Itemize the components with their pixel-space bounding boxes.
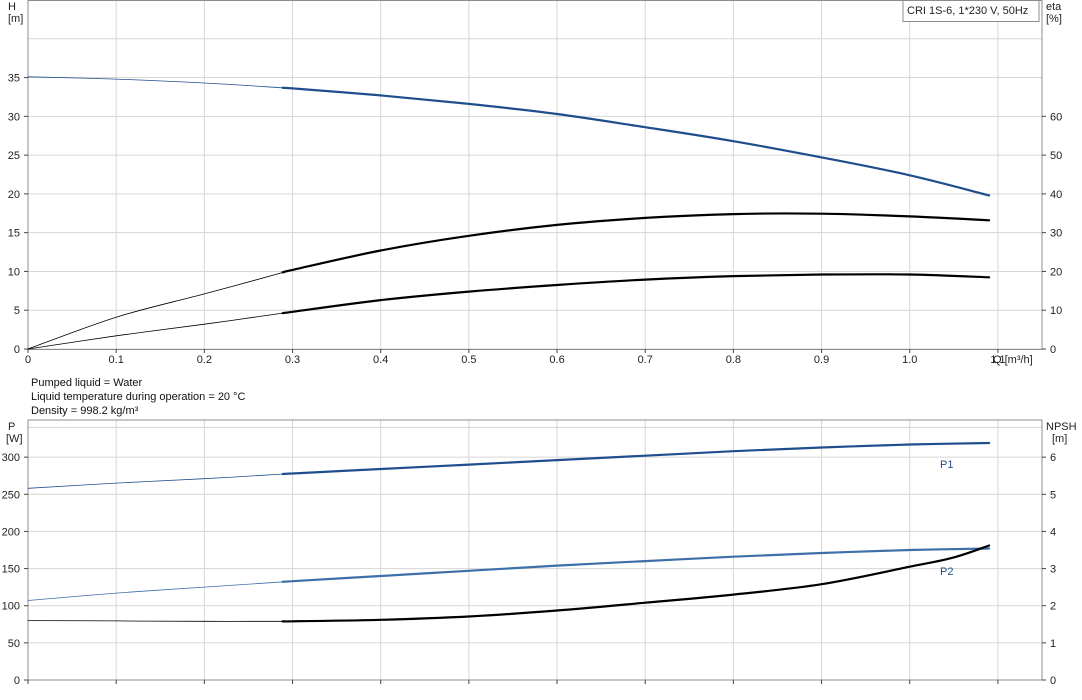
bottom-left-tick-label: 250 — [2, 489, 20, 501]
bottom-left-axis-label-line1: P — [8, 421, 15, 433]
x-tick-label: 0.9 — [814, 354, 829, 366]
top-right-tick-label: 10 — [1050, 305, 1062, 317]
bottom-right-tick-label: 0 — [1050, 675, 1056, 687]
bottom-right-tick-label: 5 — [1050, 489, 1056, 501]
x-tick-label: 0.3 — [285, 354, 300, 366]
pump-performance-chart: 0 0.1 0.2 0.3 0.4 0.5 0.6 0.7 0.8 0.9 1.0 1.1051015… — [2, 0, 1077, 687]
x-tick-label: 0.6 — [549, 354, 564, 366]
top-left-tick-label: 35 — [8, 73, 20, 85]
top-right-tick-label: 50 — [1050, 150, 1062, 162]
top-chart-frame — [27, 0, 1043, 350]
x-axis-label: Q [m³/h] — [993, 354, 1033, 366]
bottom-series-0-curve — [281, 441, 991, 476]
bottom-chart-curves — [27, 441, 991, 623]
bottom-right-axis-label-line2: [m] — [1052, 433, 1067, 445]
bottom-right-tick-label: 6 — [1050, 452, 1056, 464]
top-left-tick-label: 30 — [8, 111, 20, 123]
bottom-series-1-curve — [281, 547, 991, 583]
bottom-left-tick-label: 100 — [2, 601, 20, 613]
bottom-left-tick-label: 300 — [2, 452, 20, 464]
top-series-2-curve — [281, 273, 991, 315]
top-right-axis-label-line1: eta — [1046, 1, 1062, 13]
top-left-axis-label-line2: [m] — [8, 13, 23, 25]
top-right-tick-label: 60 — [1050, 111, 1062, 123]
top-left-tick-label: 0 — [14, 344, 20, 356]
top-right-tick-label: 0 — [1050, 344, 1056, 356]
bottom-left-tick-label: 150 — [2, 564, 20, 576]
top-left-tick-label: 25 — [8, 150, 20, 162]
top-chart-grid — [27, 0, 1042, 350]
bottom-left-tick-label: 0 — [14, 675, 20, 687]
bottom-left-axis-label-line2: [W] — [6, 433, 23, 445]
top-left-tick-label: 10 — [8, 266, 20, 278]
info-density: Density = 998.2 kg/m³ — [31, 405, 139, 417]
x-tick-label: 0.7 — [638, 354, 653, 366]
bottom-right-tick-label: 2 — [1050, 601, 1056, 613]
x-tick-label: 0.2 — [197, 354, 212, 366]
x-tick-label: 1.0 — [902, 354, 917, 366]
info-pumped-liquid: Pumped liquid = Water — [31, 377, 143, 389]
x-tick-label: 0.8 — [726, 354, 741, 366]
top-series-0-extrapolated-curve — [27, 76, 285, 89]
top-left-tick-label: 15 — [8, 228, 20, 240]
series-label-p1: P1 — [940, 459, 953, 471]
x-tick-label: 0 — [25, 354, 31, 366]
top-left-axis-label-line1: H — [8, 1, 16, 13]
bottom-series-2-extrapolated-curve — [27, 620, 285, 622]
bottom-right-axis-label-line1: NPSH — [1046, 421, 1077, 433]
top-left-tick-label: 5 — [14, 305, 20, 317]
top-right-tick-label: 20 — [1050, 266, 1062, 278]
x-tick-label: 0.5 — [461, 354, 476, 366]
bottom-left-tick-label: 200 — [2, 526, 20, 538]
info-liquid-temperature: Liquid temperature during operation = 20… — [31, 391, 246, 403]
top-series-0-curve — [281, 86, 991, 197]
top-left-tick-label: 20 — [8, 189, 20, 201]
bottom-left-tick-label: 50 — [8, 638, 20, 650]
top-chart-curves — [27, 76, 991, 350]
top-series-1-curve — [281, 212, 991, 274]
series-label-p2: P2 — [940, 566, 953, 578]
chart-legend: CRI 1S-6, 1*230 V, 50Hz — [902, 0, 1040, 22]
bottom-right-tick-label: 4 — [1050, 526, 1056, 538]
bottom-right-tick-label: 1 — [1050, 638, 1056, 650]
top-series-2-extrapolated-curve — [27, 312, 285, 350]
legend-text: CRI 1S-6, 1*230 V, 50Hz — [907, 5, 1028, 17]
top-right-tick-label: 30 — [1050, 228, 1062, 240]
top-right-axis-label-line2: [%] — [1046, 13, 1062, 25]
bottom-right-tick-label: 3 — [1050, 564, 1056, 576]
bottom-series-2-curve — [281, 544, 991, 623]
bottom-series-0-extrapolated-curve — [27, 473, 285, 489]
x-tick-label: 0.4 — [373, 354, 388, 366]
x-tick-label: 0.1 — [109, 354, 124, 366]
bottom-series-1-extrapolated-curve — [27, 581, 285, 601]
top-right-tick-label: 40 — [1050, 189, 1062, 201]
